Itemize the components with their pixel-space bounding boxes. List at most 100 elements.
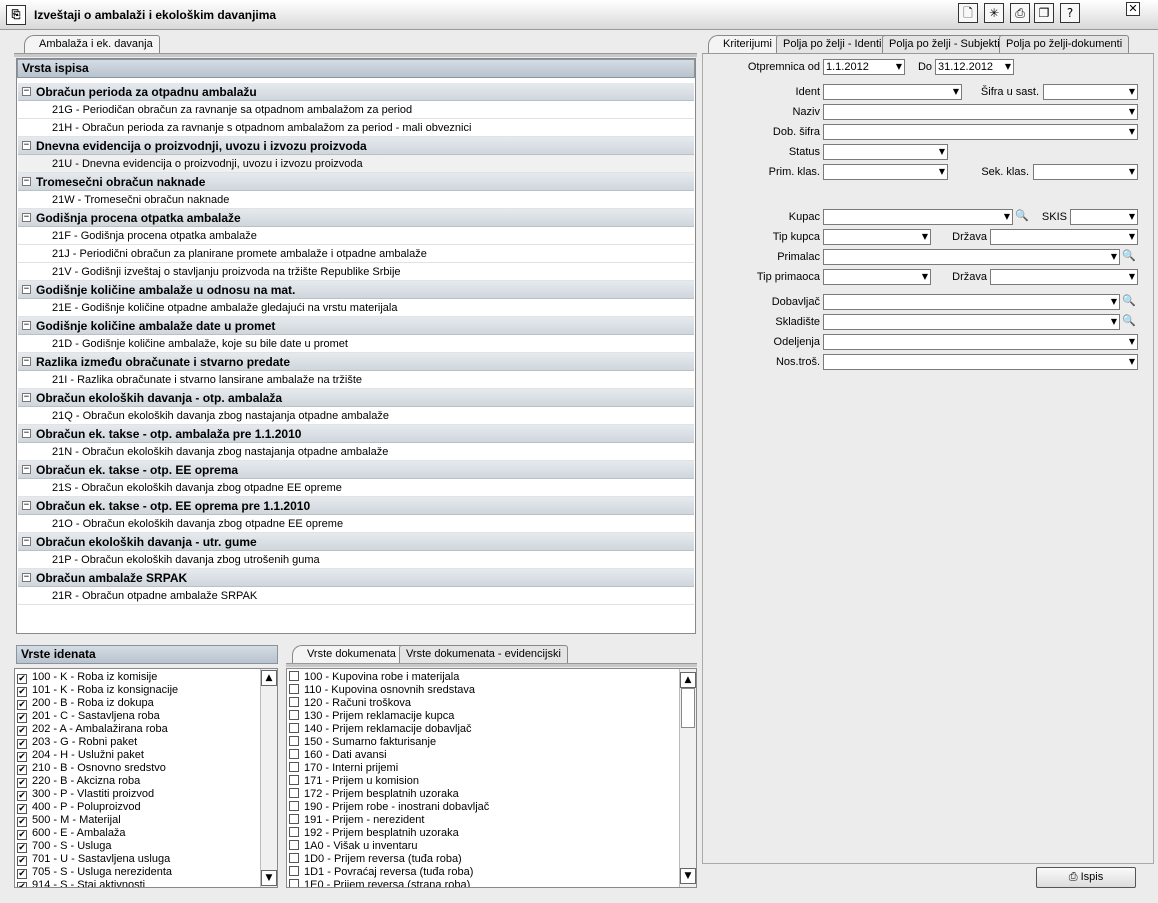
scroll-down-icon[interactable]: ▼ xyxy=(680,868,696,884)
report-item-row[interactable]: 21E - Godišnje količine otpadne ambalaže… xyxy=(18,299,694,317)
search-icon[interactable]: 🔍 xyxy=(1015,209,1029,223)
checkbox-row[interactable]: 1A0 - Višak u inventaru xyxy=(289,840,674,853)
checkbox-checked-icon[interactable]: ✔ xyxy=(17,882,27,887)
checkbox-empty-icon[interactable] xyxy=(289,814,299,824)
checkbox-row[interactable]: 120 - Računi troškova xyxy=(289,697,674,710)
report-item-row[interactable]: 21N - Obračun ekoloških davanja zbog nas… xyxy=(18,443,694,461)
group-header-row[interactable]: − Obračun ambalaže SRPAK xyxy=(18,569,694,587)
checkbox-row[interactable]: ✔ 600 - E - Ambalaža xyxy=(17,827,257,840)
report-app-icon[interactable]: ⎘ xyxy=(6,5,26,25)
report-item-row[interactable]: 21F - Godišnja procena otpatka ambalaže xyxy=(18,227,694,245)
checkbox-row[interactable]: ✔ 210 - B - Osnovno sredstvo xyxy=(17,762,257,775)
report-item-row[interactable]: 21P - Obračun ekoloških davanja zbog utr… xyxy=(18,551,694,569)
collapse-icon[interactable]: − xyxy=(22,573,31,582)
chevron-down-icon[interactable]: ▼ xyxy=(1111,295,1117,309)
dob-sifra-combo[interactable]: ▼ xyxy=(823,124,1138,140)
checkbox-checked-icon[interactable]: ✔ xyxy=(17,700,27,710)
document-icon[interactable]: 🗋 xyxy=(958,3,978,23)
checkbox-row[interactable]: ✔ 500 - M - Materijal xyxy=(17,814,257,827)
checkbox-empty-icon[interactable] xyxy=(289,788,299,798)
checkbox-empty-icon[interactable] xyxy=(289,801,299,811)
report-item-row[interactable]: 21I - Razlika obračunate i stvarno lansi… xyxy=(18,371,694,389)
checkbox-empty-icon[interactable] xyxy=(289,762,299,772)
collapse-icon[interactable]: − xyxy=(22,213,31,222)
dobavljac-combo[interactable]: ▼ xyxy=(823,294,1120,310)
checkbox-row[interactable]: 172 - Prijem besplatnih uzoraka xyxy=(289,788,674,801)
group-header-row[interactable]: − Godišnja procena otpatka ambalaže xyxy=(18,209,694,227)
report-item-row[interactable]: 21S - Obračun ekoloških davanja zbog otp… xyxy=(18,479,694,497)
checkbox-row[interactable]: ✔ 914 - S - Stai aktivnosti xyxy=(17,879,257,887)
checkbox-checked-icon[interactable]: ✔ xyxy=(17,843,27,853)
report-item-row[interactable]: 21V - Godišnji izveštaj o stavljanju pro… xyxy=(18,263,694,281)
status-combo[interactable]: ▼ xyxy=(823,144,948,160)
chevron-down-icon[interactable]: ▼ xyxy=(896,60,902,74)
checkbox-checked-icon[interactable]: ✔ xyxy=(17,817,27,827)
report-item-row[interactable]: 21D - Godišnje količine ambalaže, koje s… xyxy=(18,335,694,353)
checkbox-row[interactable]: 110 - Kupovina osnovnih sredstava xyxy=(289,684,674,697)
checkbox-row[interactable]: 192 - Prijem besplatnih uzoraka xyxy=(289,827,674,840)
report-item-row[interactable]: 21U - Dnevna evidencija o proizvodnji, u… xyxy=(18,155,694,173)
checkbox-checked-icon[interactable]: ✔ xyxy=(17,687,27,697)
tab-ambalaza[interactable]: Ambalaža i ek. davanja xyxy=(24,35,160,53)
tip-primaoca-combo[interactable]: ▼ xyxy=(823,269,931,285)
checkbox-row[interactable]: ✔ 200 - B - Roba iz dokupa xyxy=(17,697,257,710)
checkbox-row[interactable]: 130 - Prijem reklamacije kupca xyxy=(289,710,674,723)
checkbox-checked-icon[interactable]: ✔ xyxy=(17,739,27,749)
report-item-row[interactable]: 21O - Obračun ekoloških davanja zbog otp… xyxy=(18,515,694,533)
group-header-row[interactable]: − Obračun ek. takse - otp. EE oprema pre … xyxy=(18,497,694,515)
ident-combo[interactable]: ▼ xyxy=(823,84,962,100)
tab-vrste-dokumenata[interactable]: Vrste dokumenata xyxy=(292,645,403,663)
report-item-row[interactable]: 21H - Obračun perioda za ravnanje s otpa… xyxy=(18,119,694,137)
checkbox-empty-icon[interactable] xyxy=(289,697,299,707)
chevron-down-icon[interactable]: ▼ xyxy=(1129,335,1135,349)
checkbox-row[interactable]: 160 - Dati avansi xyxy=(289,749,674,762)
checkbox-empty-icon[interactable] xyxy=(289,827,299,837)
group-header-row[interactable]: − Obračun ekoloških davanja - utr. gume xyxy=(18,533,694,551)
nos-tros-combo[interactable]: ▼ xyxy=(823,354,1138,370)
help-icon[interactable]: ? xyxy=(1060,3,1080,23)
checkbox-empty-icon[interactable] xyxy=(289,775,299,785)
checkbox-row[interactable]: 100 - Kupovina robe i materijala xyxy=(289,671,674,684)
ispis-button[interactable]: ⎙ Ispis xyxy=(1036,867,1136,888)
chevron-down-icon[interactable]: ▼ xyxy=(1129,125,1135,139)
ident-scrollbar[interactable]: ▲ ▼ xyxy=(260,669,277,887)
report-item-row[interactable]: 21R - Obračun otpadne ambalaže SRPAK xyxy=(18,587,694,605)
checkbox-checked-icon[interactable]: ✔ xyxy=(17,713,27,723)
checkbox-row[interactable]: ✔ 204 - H - Uslužni paket xyxy=(17,749,257,762)
scroll-thumb[interactable] xyxy=(681,688,695,728)
chevron-down-icon[interactable]: ▼ xyxy=(939,165,945,179)
checkbox-row[interactable]: ✔ 100 - K - Roba iz komisije xyxy=(17,671,257,684)
tab-polja-identi[interactable]: Polja po želji - Identi xyxy=(776,35,889,53)
checkbox-checked-icon[interactable]: ✔ xyxy=(17,765,27,775)
checkbox-row[interactable]: ✔ 203 - G - Robni paket xyxy=(17,736,257,749)
scroll-up-icon[interactable]: ▲ xyxy=(680,672,696,688)
group-header-row[interactable]: − Obračun ek. takse - otp. ambalaža pre 1… xyxy=(18,425,694,443)
group-header-row[interactable]: − Obračun ek. takse - otp. EE oprema xyxy=(18,461,694,479)
checkbox-checked-icon[interactable]: ✔ xyxy=(17,752,27,762)
checkbox-row[interactable]: 191 - Prijem - nerezident xyxy=(289,814,674,827)
prim-klas-combo[interactable]: ▼ xyxy=(823,164,948,180)
checkbox-empty-icon[interactable] xyxy=(289,853,299,863)
checkbox-row[interactable]: ✔ 700 - S - Usluga xyxy=(17,840,257,853)
collapse-icon[interactable]: − xyxy=(22,321,31,330)
checkbox-checked-icon[interactable]: ✔ xyxy=(17,830,27,840)
collapse-icon[interactable]: − xyxy=(22,177,31,186)
collapse-icon[interactable]: − xyxy=(22,537,31,546)
naziv-combo[interactable]: ▼ xyxy=(823,104,1138,120)
checkbox-row[interactable]: ✔ 701 - U - Sastavljena usluga xyxy=(17,853,257,866)
chevron-down-icon[interactable]: ▼ xyxy=(922,230,928,244)
checkbox-empty-icon[interactable] xyxy=(289,671,299,681)
group-header-row[interactable]: − Tromesečni obračun naknade xyxy=(18,173,694,191)
collapse-icon[interactable]: − xyxy=(22,501,31,510)
checkbox-row[interactable]: ✔ 202 - A - Ambalažirana roba xyxy=(17,723,257,736)
close-icon[interactable]: ✕ xyxy=(1126,2,1140,16)
checkbox-row[interactable]: 171 - Prijem u komision xyxy=(289,775,674,788)
group-header-row[interactable]: − Obračun ekoloških davanja - otp. ambala… xyxy=(18,389,694,407)
tip-kupca-combo[interactable]: ▼ xyxy=(823,229,931,245)
group-header-row[interactable]: − Godišnje količine ambalaže date u prome… xyxy=(18,317,694,335)
collapse-icon[interactable]: − xyxy=(22,87,31,96)
checkbox-checked-icon[interactable]: ✔ xyxy=(17,778,27,788)
sifra-u-sast-combo[interactable]: ▼ xyxy=(1043,84,1138,100)
primalac-combo[interactable]: ▼ xyxy=(823,249,1120,265)
scroll-down-icon[interactable]: ▼ xyxy=(261,870,277,886)
